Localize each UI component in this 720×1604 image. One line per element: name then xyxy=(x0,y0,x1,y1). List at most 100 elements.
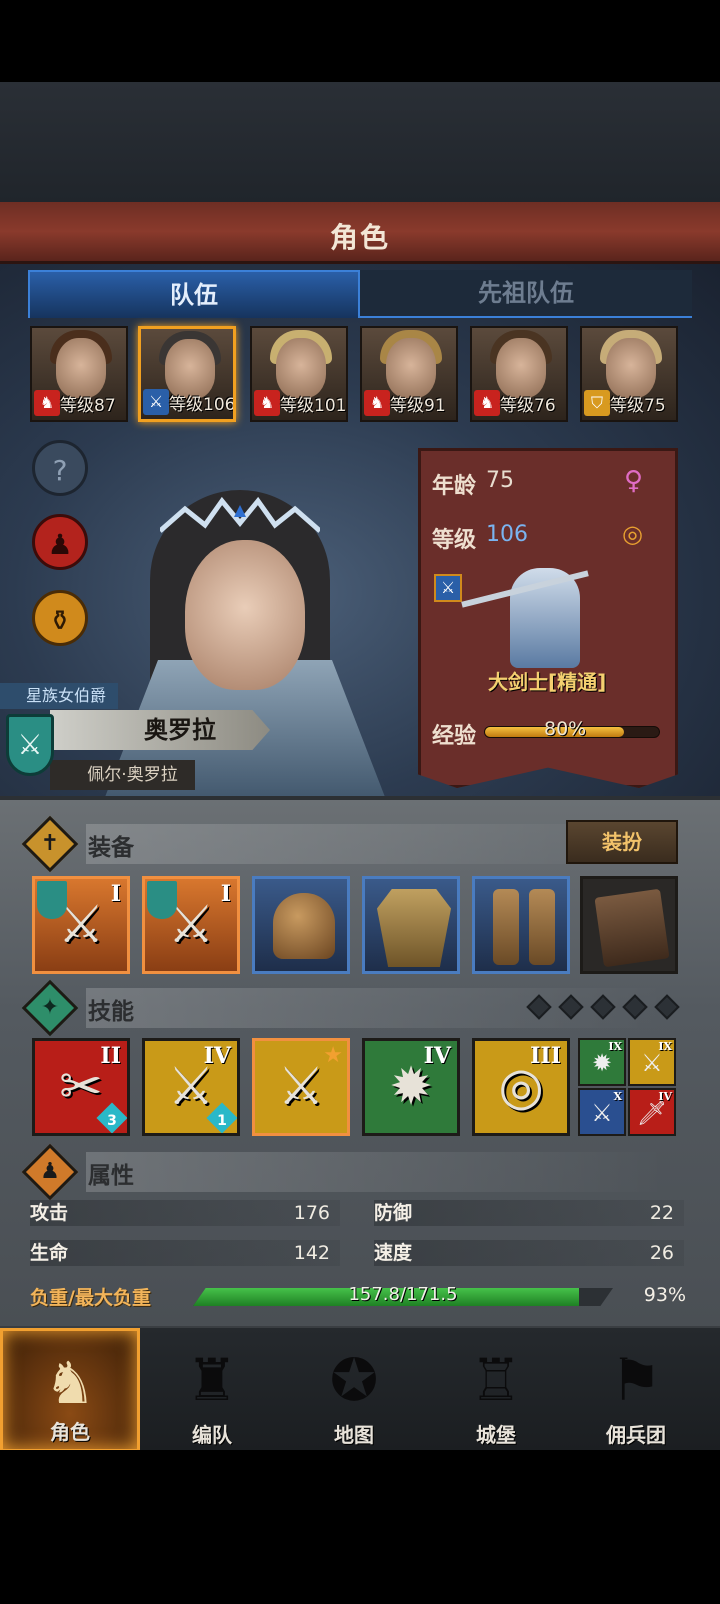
class-shield-icon xyxy=(37,881,67,919)
passive-skill-1[interactable]: ✹ IX xyxy=(578,1038,626,1086)
tier-label: IX xyxy=(658,1040,672,1053)
help-button[interactable]: ? xyxy=(32,440,88,496)
level-label: 等级91 xyxy=(390,396,446,416)
tier-label: IV xyxy=(203,1043,231,1069)
star-icon: ★ xyxy=(323,1043,343,1068)
castle-icon: ♖ xyxy=(470,1346,522,1414)
attr-speed: 速度 26 xyxy=(374,1240,684,1266)
bottom-band xyxy=(0,1450,720,1604)
face xyxy=(386,338,436,398)
attr-name: 速度 xyxy=(374,1242,413,1264)
party-member-2[interactable]: ⚔ 等级106 xyxy=(138,326,236,422)
attr-value: 142 xyxy=(293,1242,330,1264)
attr-bar xyxy=(374,1200,684,1226)
class-shield-icon xyxy=(147,881,177,919)
skill-slot-5[interactable]: ◎ III xyxy=(472,1038,570,1136)
book-icon xyxy=(594,888,670,968)
helmet-crest-icon: ♜ xyxy=(186,1346,238,1414)
equip-slot-weapon-1[interactable]: ⚔ I xyxy=(32,876,130,974)
face xyxy=(276,338,326,398)
knight-icon: ♞ xyxy=(44,1349,96,1417)
skill-count: 3 xyxy=(107,1113,117,1129)
character-detail-button[interactable]: ♟ xyxy=(32,514,88,570)
load-value: 157.8/171.5 xyxy=(348,1284,458,1305)
helmet-icon xyxy=(273,893,335,959)
character-name: 奥罗拉 xyxy=(50,710,270,750)
party-member-3[interactable]: ♞ 等级101 xyxy=(250,326,348,422)
ring-icon: ◎ xyxy=(622,520,643,548)
equip-slot-book[interactable] xyxy=(580,876,678,974)
party-member-5[interactable]: ♞ 等级76 xyxy=(470,326,568,422)
passive-skill-4[interactable]: 🗡 IV xyxy=(628,1088,676,1136)
skill-count: 1 xyxy=(217,1113,227,1129)
load-percent: 93% xyxy=(643,1284,686,1306)
title-bar: 角色 xyxy=(0,202,720,264)
equip-slot-helmet[interactable] xyxy=(252,876,350,974)
attr-name: 生命 xyxy=(30,1242,69,1264)
bottom-nav: ♞ 角色 ♜ 编队 ✪ 地图 ♖ 城堡 ⚑ 佣兵团 xyxy=(0,1326,720,1452)
tier-label: I xyxy=(220,881,231,907)
tier-label: III xyxy=(530,1043,561,1069)
sword-icon: ⚔ xyxy=(143,389,169,415)
exp-label: 经验 xyxy=(432,724,477,749)
attr-hp: 生命 142 xyxy=(30,1240,340,1266)
equipment-title: 装备 xyxy=(88,835,134,861)
nav-mercenary[interactable]: ⚑ 佣兵团 xyxy=(566,1328,706,1452)
potion-icon: ⚱ xyxy=(48,604,72,637)
tier-label: X xyxy=(613,1090,622,1103)
horse-icon: ♞ xyxy=(254,390,280,416)
tier-label: I xyxy=(110,881,121,907)
person-icon: ♟ xyxy=(40,1159,60,1184)
age-label: 年龄 xyxy=(432,474,477,499)
skill-slot-4[interactable]: ✹ IV xyxy=(362,1038,460,1136)
tier-label: IX xyxy=(608,1040,622,1053)
attributes-section-header: ♟ 属性 xyxy=(21,1143,670,1201)
attr-bar xyxy=(374,1240,684,1266)
nav-castle[interactable]: ♖ 城堡 xyxy=(426,1328,566,1452)
age-value: 75 xyxy=(486,468,514,493)
level-label: 等级101 xyxy=(280,396,347,416)
skill-slot-2[interactable]: ⚔ IV 1 xyxy=(142,1038,240,1136)
face xyxy=(496,338,546,398)
potion-button[interactable]: ⚱ xyxy=(32,590,88,646)
attributes-title: 属性 xyxy=(88,1163,134,1189)
tab-ancestor-team[interactable]: 先祖队伍 xyxy=(360,270,692,318)
dress-up-button[interactable]: 装扮 xyxy=(566,820,678,864)
level-label: 等级76 xyxy=(500,396,556,416)
page-title: 角色 xyxy=(329,221,390,254)
party-member-4[interactable]: ♞ 等级91 xyxy=(360,326,458,422)
help-icon: ? xyxy=(52,454,68,487)
star-icon: ✦ xyxy=(40,995,60,1020)
tier-label: IV xyxy=(423,1043,451,1069)
cross-icon: ✝ xyxy=(40,831,60,856)
class-shield-icon: ⚔ xyxy=(6,714,54,776)
nav-formation[interactable]: ♜ 编队 xyxy=(142,1328,282,1452)
horse-icon: ♞ xyxy=(364,390,390,416)
attr-defense: 防御 22 xyxy=(374,1200,684,1226)
level-value: 106 xyxy=(486,522,528,547)
horse-icon: ♞ xyxy=(34,390,60,416)
passive-skill-3[interactable]: ⚔ X xyxy=(578,1088,626,1136)
shield-icon: ⛉ xyxy=(584,390,610,416)
passive-skill-2[interactable]: ⚔ IX xyxy=(628,1038,676,1086)
character-title: 星族女伯爵 xyxy=(0,683,118,709)
nav-character[interactable]: ♞ 角色 xyxy=(0,1328,140,1452)
character-portrait-face xyxy=(185,540,305,690)
party-member-6[interactable]: ⛉ 等级75 xyxy=(580,326,678,422)
skill-slot-1[interactable]: ✂ II 3 xyxy=(32,1038,130,1136)
character-full-name: 佩尔·奥罗拉 xyxy=(50,760,195,790)
skill-slot-3[interactable]: ⚔ ★ xyxy=(252,1038,350,1136)
equip-slot-weapon-2[interactable]: ⚔ I xyxy=(142,876,240,974)
face xyxy=(606,338,656,398)
nav-label: 角色 xyxy=(50,1420,90,1444)
section-divider xyxy=(86,1152,666,1192)
boots-icon xyxy=(529,889,555,965)
party-member-1[interactable]: ♞ 等级87 xyxy=(30,326,128,422)
equip-slot-chest[interactable] xyxy=(362,876,460,974)
nav-label: 城堡 xyxy=(476,1423,516,1447)
attr-attack: 攻击 176 xyxy=(30,1200,340,1226)
equip-slot-boots[interactable] xyxy=(472,876,570,974)
attr-name: 攻击 xyxy=(30,1202,69,1224)
nav-map[interactable]: ✪ 地图 xyxy=(284,1328,424,1452)
tab-team[interactable]: 队伍 xyxy=(28,270,360,318)
